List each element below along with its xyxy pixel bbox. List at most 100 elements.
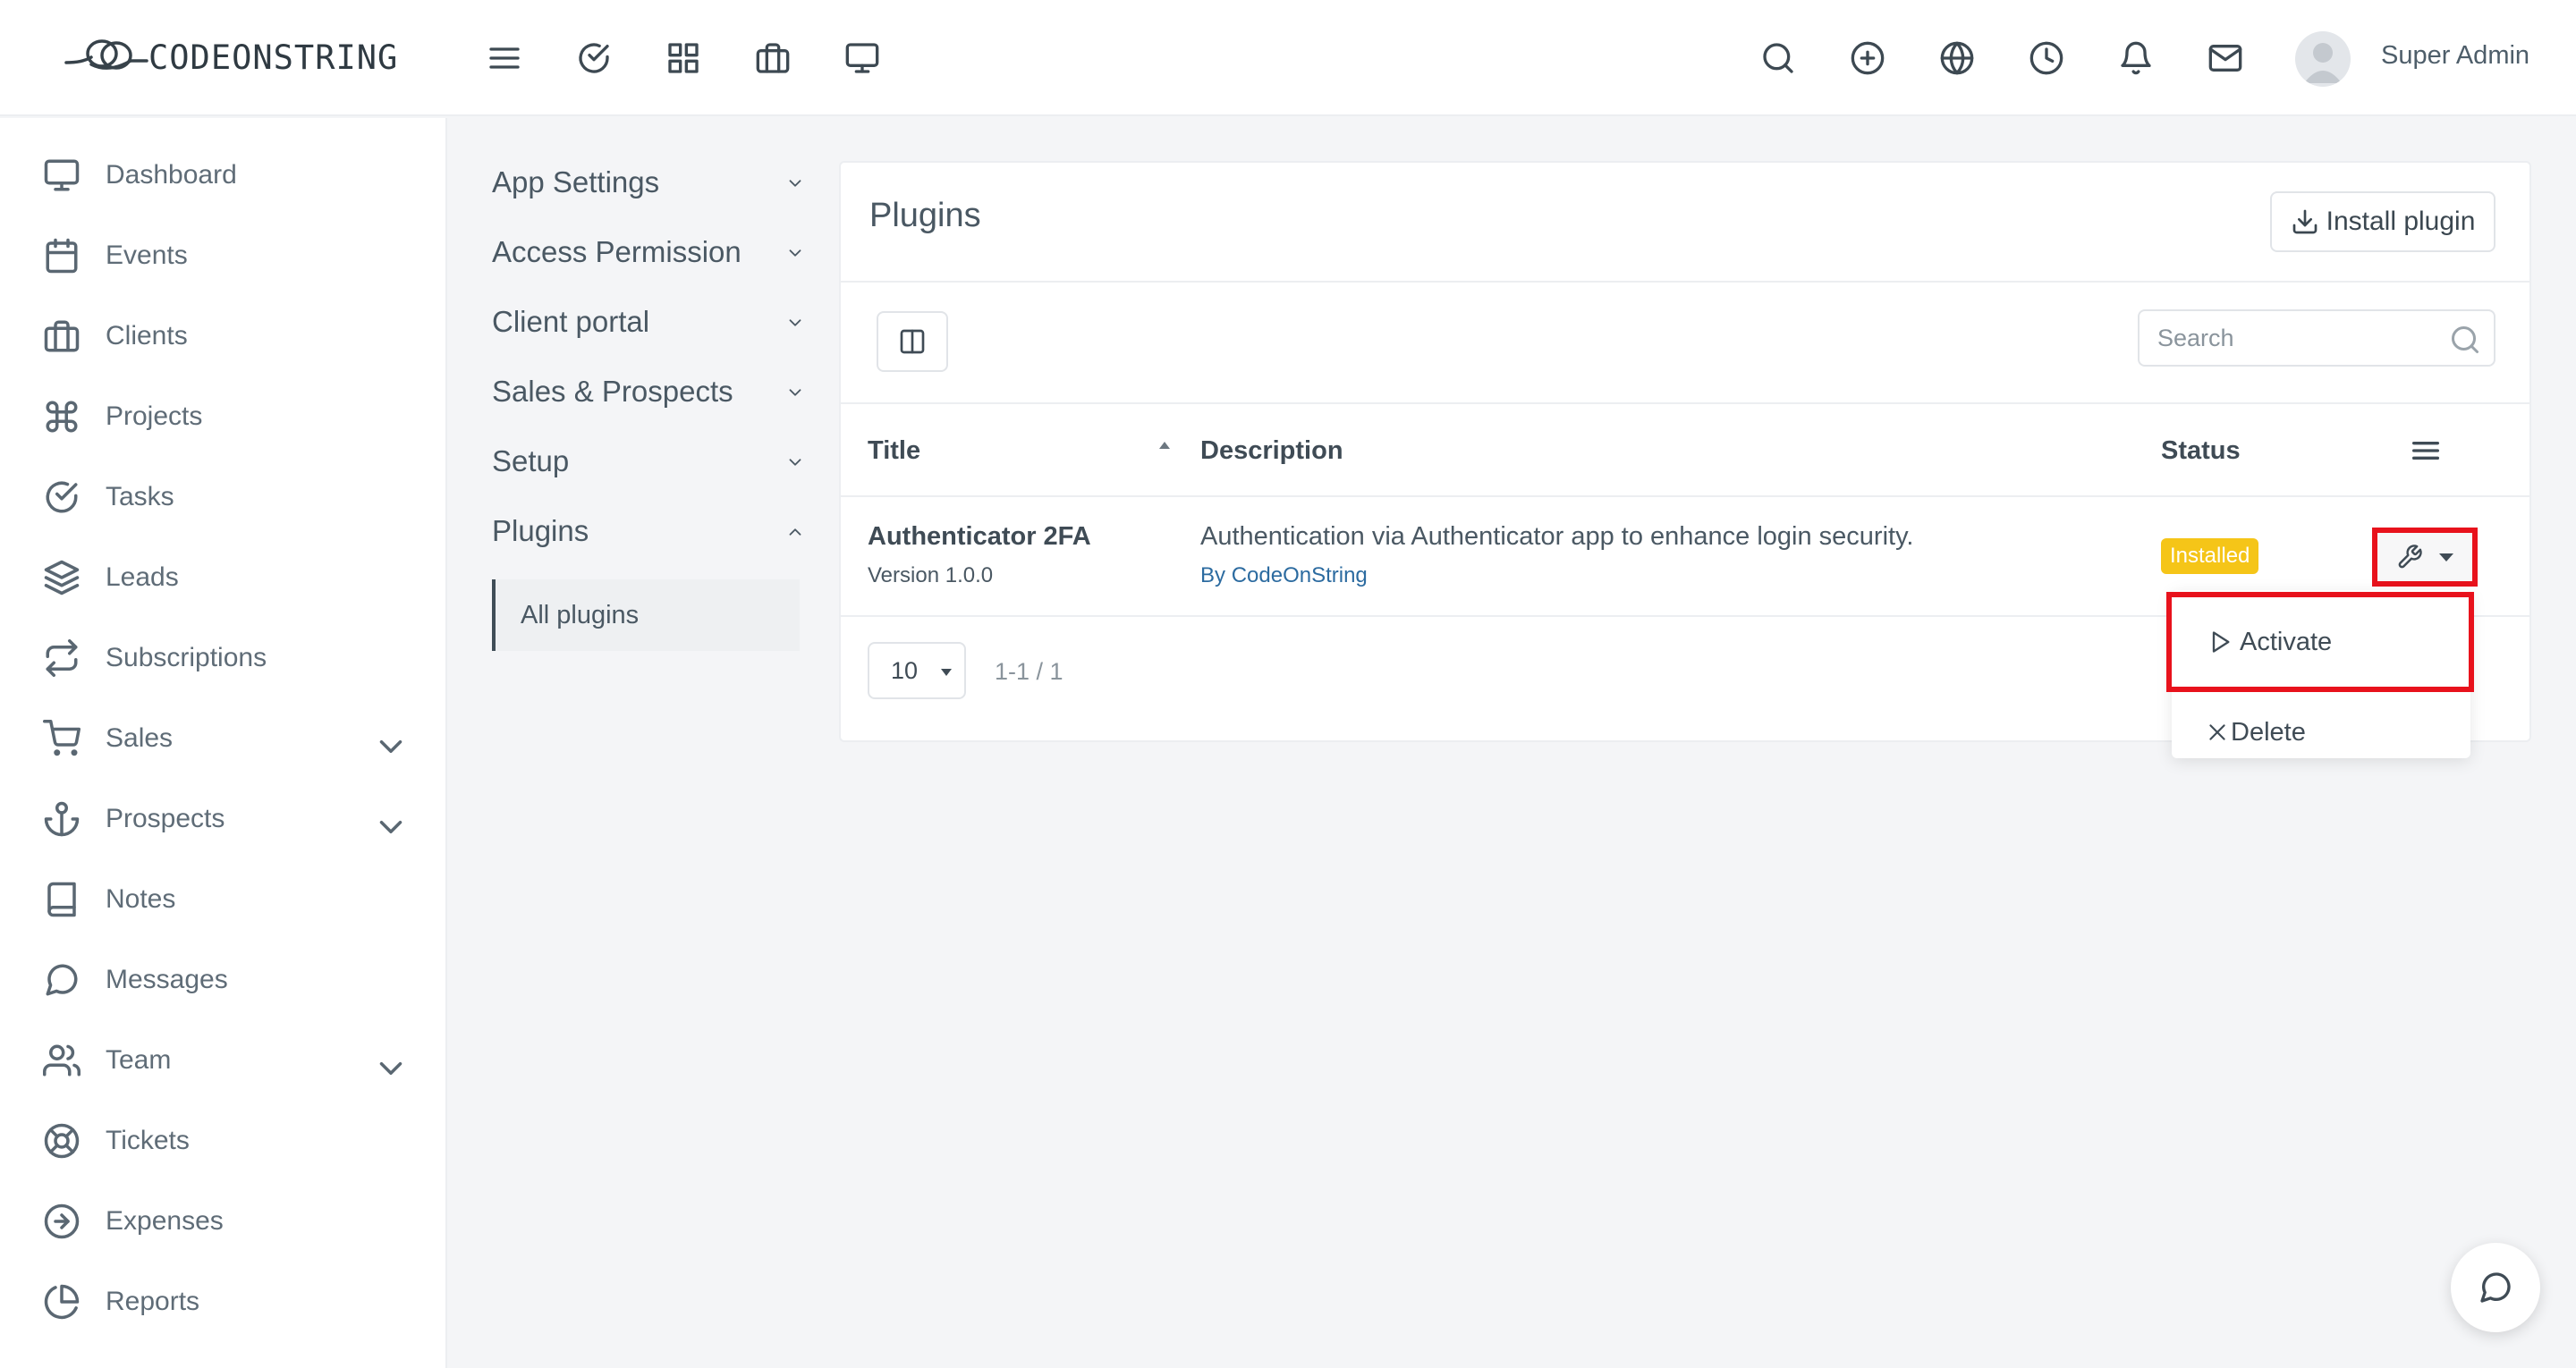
arrow-circle-icon: [44, 1203, 80, 1239]
sidebar-item-dashboard[interactable]: Dashboard: [43, 148, 410, 202]
page-size-select[interactable]: 10: [868, 642, 966, 699]
plugin-title: Authenticator 2FA: [868, 522, 1091, 551]
column-menu-icon[interactable]: [2408, 433, 2444, 469]
pagination-info: 1-1 / 1: [995, 658, 1063, 685]
sidebar-item-prospects[interactable]: Prospects: [43, 792, 410, 846]
search-icon[interactable]: [1760, 40, 1796, 76]
search-field[interactable]: [2138, 309, 2496, 367]
sidebar: Dashboard Events Clients Projects Tasks …: [0, 118, 447, 1368]
sidebar-item-label: Team: [106, 1045, 172, 1075]
sidebar-item-clients[interactable]: Clients: [43, 309, 410, 363]
sidebar-item-events[interactable]: Events: [43, 229, 410, 283]
sidebar-item-label: Expenses: [106, 1206, 224, 1236]
columns-toggle-button[interactable]: [877, 311, 948, 372]
cart-icon: [43, 720, 80, 756]
chevron-up-icon: [789, 528, 801, 536]
sidebar-item-subscriptions[interactable]: Subscriptions: [43, 631, 410, 685]
bell-icon[interactable]: [2118, 40, 2154, 76]
actions-dropdown-button[interactable]: [2372, 528, 2478, 587]
layers-icon: [44, 560, 80, 595]
sidebar-item-notes[interactable]: Notes: [43, 873, 410, 926]
sidebar-item-projects[interactable]: Projects: [43, 390, 410, 443]
chevron-down-icon: [379, 740, 402, 753]
logo[interactable]: CODEONSTRING: [64, 30, 398, 84]
grid-icon[interactable]: [665, 40, 701, 76]
sidebar-item-label: Prospects: [106, 804, 225, 833]
search-input[interactable]: [2140, 324, 2435, 352]
logo-text: CODEONSTRING: [148, 38, 399, 77]
caret-down-icon: [2439, 553, 2453, 562]
actions-dropdown-menu: Activate Delete: [2166, 590, 2474, 758]
activate-menu-item[interactable]: Activate: [2166, 592, 2474, 692]
message-icon: [46, 964, 78, 996]
download-icon: [2292, 209, 2317, 234]
chat-icon: [2480, 1272, 2511, 1303]
sidebar-item-tickets[interactable]: Tickets: [43, 1114, 410, 1168]
sidebar-item-expenses[interactable]: Expenses: [43, 1195, 410, 1248]
sidebar-item-label: Sales: [106, 723, 174, 753]
play-icon: [2212, 631, 2230, 653]
sidebar-item-label: Projects: [106, 401, 203, 431]
life-buoy-icon: [44, 1123, 80, 1159]
monitor-icon[interactable]: [844, 40, 880, 76]
sidebar-item-label: Notes: [106, 884, 176, 914]
sidebar-item-tasks[interactable]: Tasks: [43, 470, 410, 524]
anchor-icon: [44, 801, 80, 837]
author-link[interactable]: CodeOnString: [1232, 563, 1368, 587]
users-icon: [43, 1044, 80, 1077]
chevron-down-icon: [789, 389, 801, 396]
page-title: Plugins: [869, 197, 981, 234]
clock-icon[interactable]: [2029, 40, 2064, 76]
sidebar-item-label: Events: [106, 241, 188, 270]
settings-subitem-all-plugins[interactable]: All plugins: [492, 579, 800, 651]
sidebar-item-sales[interactable]: Sales: [43, 712, 410, 765]
avatar[interactable]: [2295, 31, 2351, 87]
chat-button[interactable]: [2451, 1243, 2540, 1332]
close-icon: [2209, 724, 2225, 740]
menu-icon[interactable]: [487, 40, 522, 76]
settings-item-app-settings[interactable]: App Settings: [492, 157, 805, 207]
sidebar-item-label: Tasks: [106, 482, 174, 511]
plus-circle-icon[interactable]: [1850, 40, 1885, 76]
divider: [841, 402, 2529, 404]
pie-chart-icon: [44, 1284, 80, 1320]
plugin-description: Authentication via Authenticator app to …: [1200, 522, 1914, 551]
divider: [841, 495, 2529, 497]
chevron-down-icon: [789, 459, 801, 466]
sidebar-item-label: Subscriptions: [106, 643, 267, 672]
mail-icon[interactable]: [2207, 40, 2243, 76]
user-name[interactable]: Super Admin: [2381, 41, 2529, 71]
briefcase-icon: [44, 320, 80, 352]
globe-icon[interactable]: [1939, 40, 1975, 76]
chevron-down-icon: [789, 319, 801, 326]
sidebar-item-team[interactable]: Team: [43, 1034, 410, 1087]
column-header-title[interactable]: Title: [868, 436, 920, 466]
sidebar-item-messages[interactable]: Messages: [43, 953, 410, 1007]
logo-knot-icon: [64, 39, 148, 70]
check-circle-icon[interactable]: [576, 40, 612, 76]
column-header-description[interactable]: Description: [1200, 436, 1343, 466]
settings-item-setup[interactable]: Setup: [492, 436, 805, 486]
column-header-status[interactable]: Status: [2161, 436, 2241, 466]
delete-menu-item[interactable]: Delete: [2172, 710, 2470, 755]
chevron-down-icon: [379, 1062, 402, 1075]
search-icon: [2452, 326, 2479, 353]
user-avatar-icon: [2304, 43, 2342, 83]
sidebar-item-label: Tickets: [106, 1126, 190, 1155]
columns-icon: [900, 329, 925, 354]
sidebar-item-reports[interactable]: Reports: [43, 1275, 410, 1329]
monitor-icon: [44, 159, 80, 191]
sidebar-item-leads[interactable]: Leads: [43, 551, 410, 604]
briefcase-icon[interactable]: [755, 40, 791, 76]
install-plugin-button[interactable]: Install plugin: [2270, 191, 2496, 252]
settings-item-access-permission[interactable]: Access Permission: [492, 227, 805, 277]
settings-item-client-portal[interactable]: Client portal: [492, 297, 805, 347]
settings-item-sales-prospects[interactable]: Sales & Prospects: [492, 367, 805, 417]
plugin-version: Version 1.0.0: [868, 563, 994, 587]
settings-item-plugins[interactable]: Plugins: [492, 506, 805, 556]
sidebar-item-label: Clients: [106, 321, 188, 350]
plugin-author: By CodeOnString: [1200, 563, 1368, 587]
chevron-down-icon: [789, 180, 801, 187]
sort-asc-icon[interactable]: [1157, 440, 1172, 451]
sidebar-item-label: Leads: [106, 562, 179, 592]
